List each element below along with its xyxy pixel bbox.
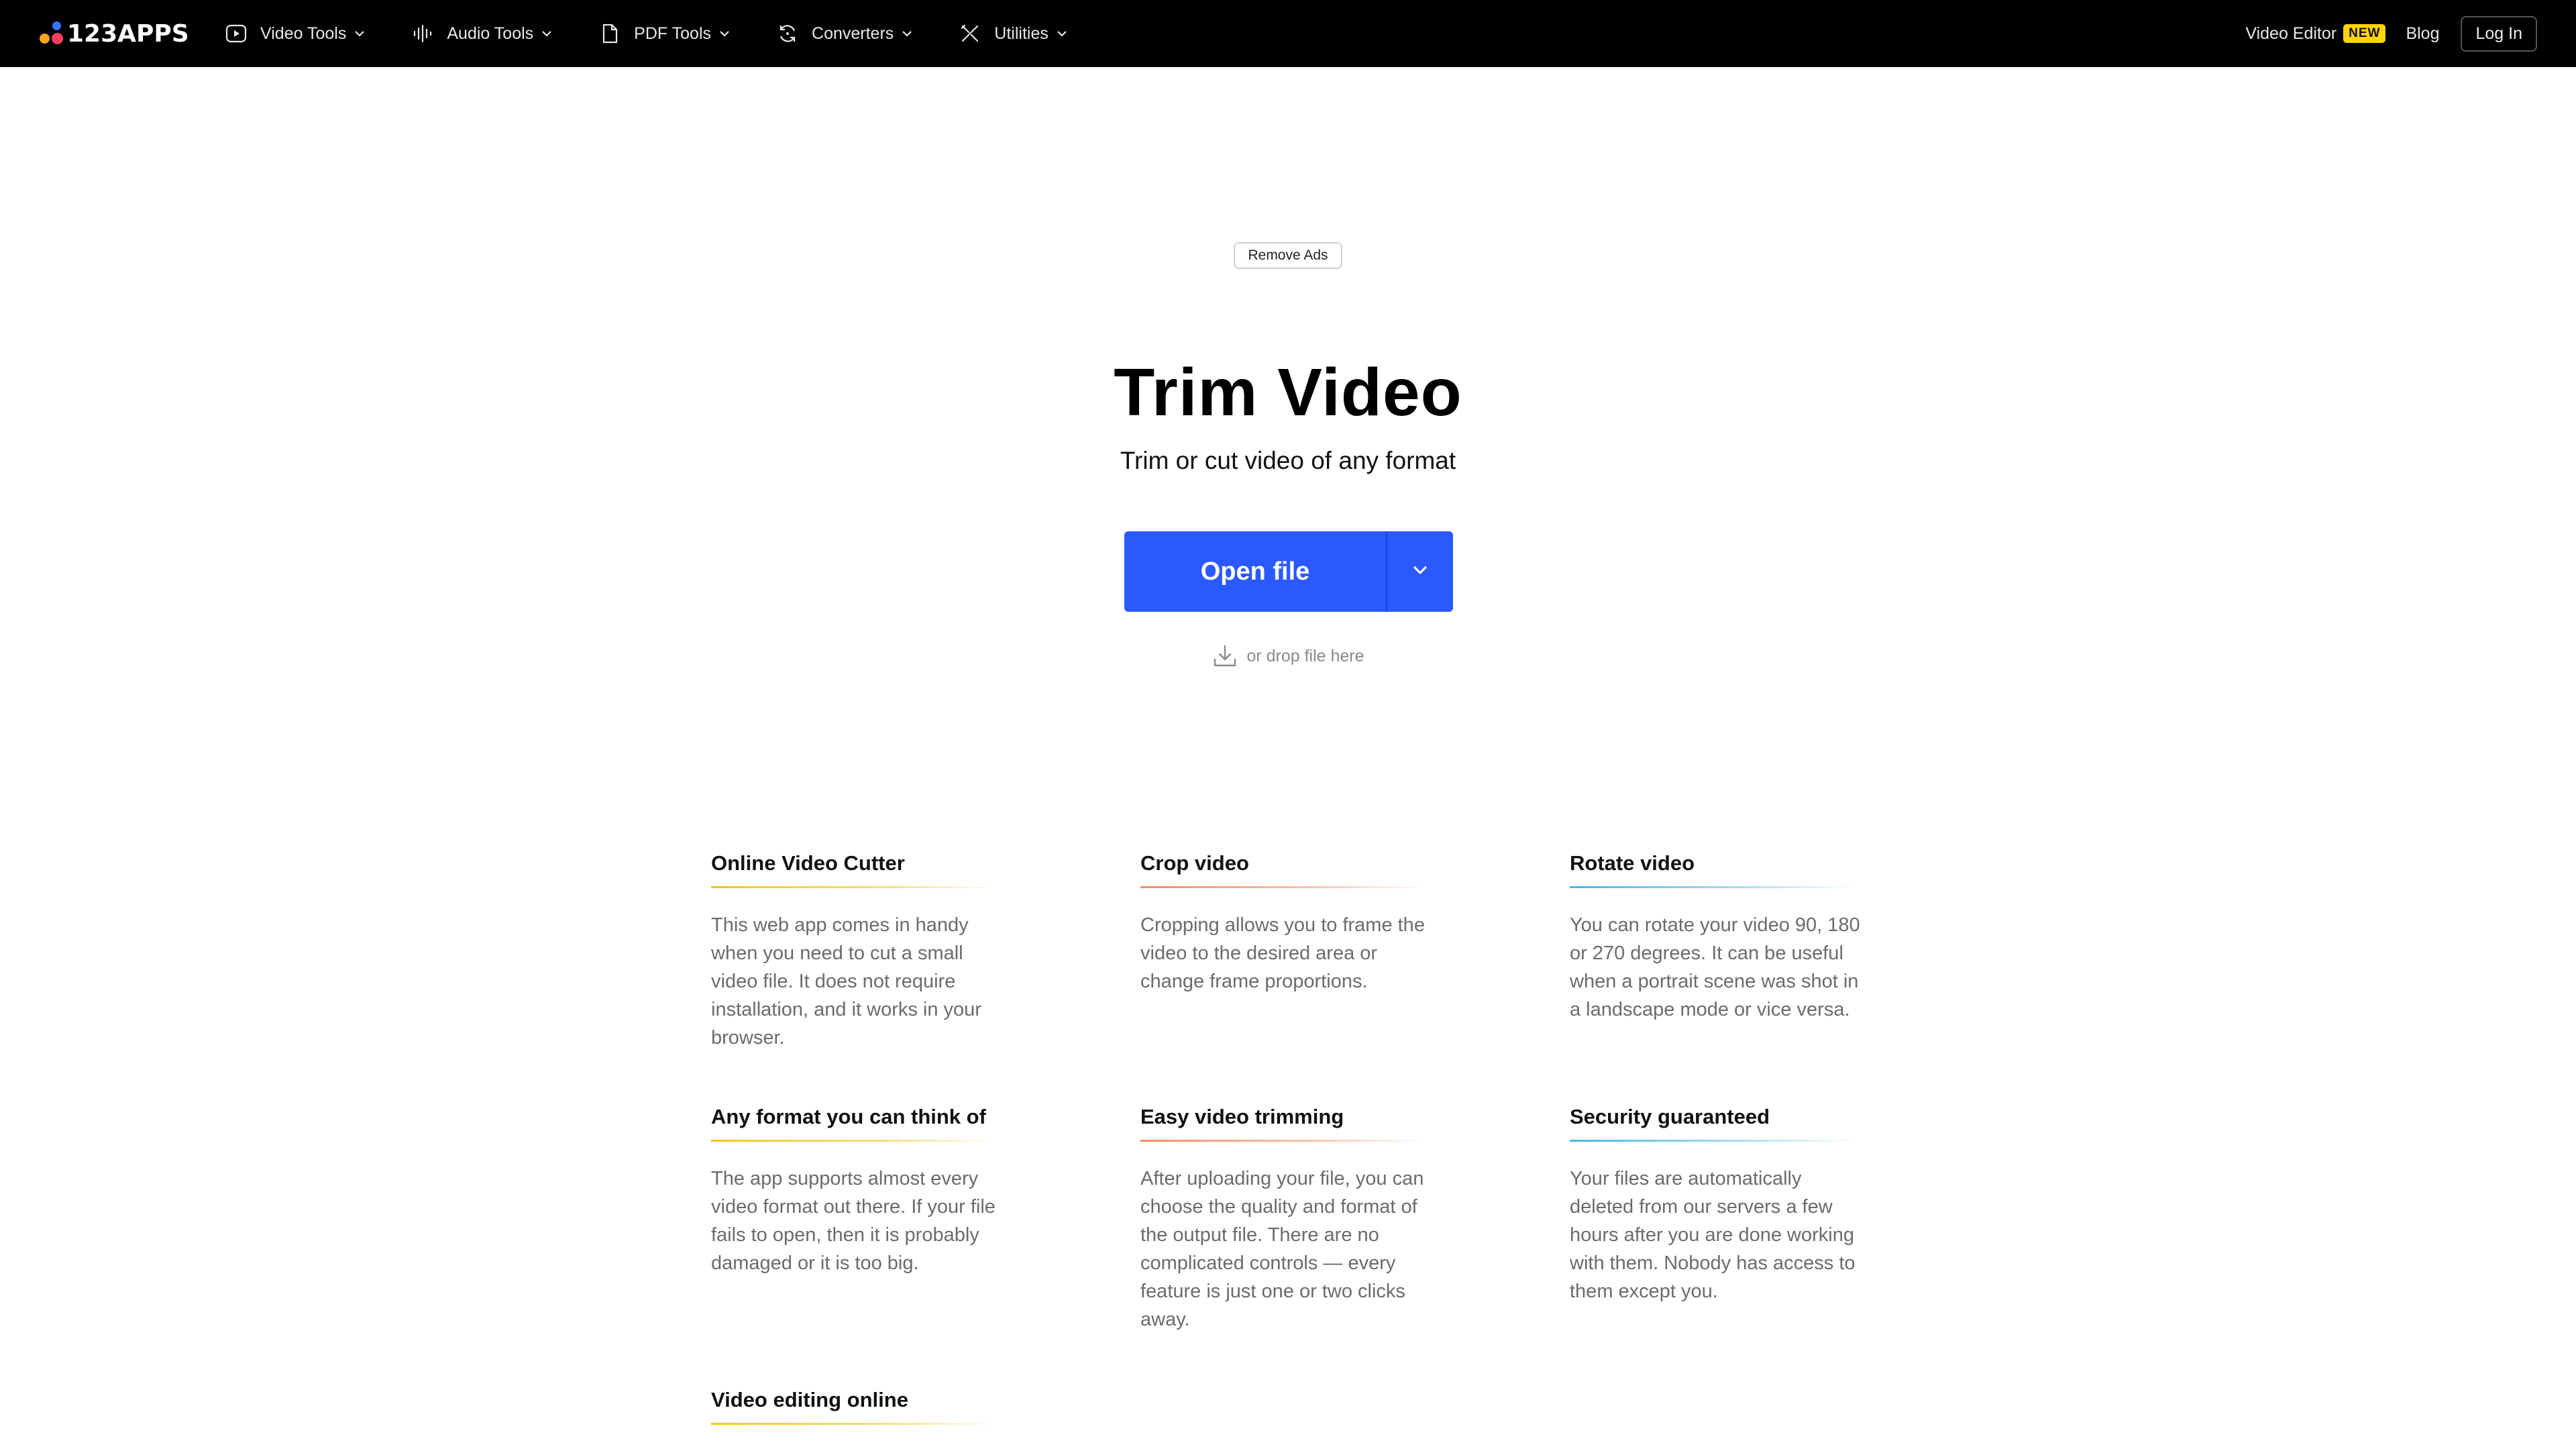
feature-crop-video: Crop video Cropping allows you to frame … — [1140, 851, 1456, 996]
chevron-down-icon — [540, 27, 553, 40]
feature-underline — [711, 1423, 996, 1426]
feature-text: You can rotate your video 90, 180 or 270… — [1570, 914, 1860, 1021]
logo-text: 123APPS — [67, 19, 189, 48]
chevron-down-icon — [900, 27, 914, 40]
menu-video-tools-label: Video Tools — [260, 23, 347, 43]
feature-video-editing-online: Video editing online — [711, 1387, 1026, 1426]
remove-ads-button[interactable]: Remove Ads — [1234, 242, 1342, 269]
download-tray-icon — [1212, 643, 1238, 669]
drop-hint-text: or drop file here — [1246, 646, 1364, 665]
menu-audio-tools[interactable]: Audio Tools — [411, 21, 553, 46]
chevron-down-icon — [1413, 566, 1428, 578]
feature-text: The app supports almost every video form… — [711, 1168, 996, 1275]
logo-dots-icon — [39, 21, 64, 46]
feature-text: This web app comes in handy when you nee… — [711, 914, 981, 1049]
video-editor-link[interactable]: Video Editor — [2245, 24, 2337, 44]
page-subtitle: Trim or cut video of any format — [1120, 447, 1456, 474]
audio-wave-icon — [411, 21, 435, 46]
feature-underline — [1570, 886, 1854, 889]
chevron-down-icon — [718, 27, 731, 40]
convert-cycle-icon — [775, 21, 800, 46]
feature-easy-trimming: Easy video trimming After uploading your… — [1140, 1104, 1456, 1334]
feature-title: Rotate video — [1570, 851, 1695, 875]
feature-any-format: Any format you can think of The app supp… — [711, 1104, 1026, 1277]
menu-converters-label: Converters — [812, 23, 894, 43]
open-file-group: Open file — [1124, 531, 1453, 612]
menu-video-tools[interactable]: Video Tools — [224, 21, 366, 46]
feature-online-video-cutter: Online Video Cutter This web app comes i… — [711, 851, 1026, 1052]
main-menu: Video Tools Audio Tools PDF Tools Conver… — [224, 0, 1113, 67]
feature-underline — [711, 1140, 996, 1142]
menu-converters[interactable]: Converters — [775, 21, 914, 46]
blog-link[interactable]: Blog — [2406, 24, 2439, 44]
feature-security: Security guaranteed Your files are autom… — [1570, 1104, 1885, 1305]
feature-underline — [711, 886, 996, 889]
menu-utilities[interactable]: Utilities — [958, 21, 1069, 46]
top-navbar: 123APPS Video Tools Audio Tools PDF Tool… — [0, 0, 2576, 67]
open-file-options-button[interactable] — [1387, 531, 1453, 612]
page-title: Trim Video — [1114, 355, 1462, 430]
feature-rotate-video: Rotate video You can rotate your video 9… — [1570, 851, 1885, 1024]
tools-icon — [958, 21, 982, 46]
drop-zone-hint: or drop file here — [0, 643, 2576, 669]
new-badge: NEW — [2343, 24, 2386, 43]
feature-underline — [1140, 886, 1425, 889]
chevron-down-icon — [1055, 27, 1069, 40]
menu-audio-tools-label: Audio Tools — [447, 23, 534, 43]
video-play-icon — [224, 21, 248, 46]
feature-title: Any format you can think of — [711, 1105, 986, 1128]
logo[interactable]: 123APPS — [39, 19, 189, 48]
feature-title: Video editing online — [711, 1388, 908, 1411]
feature-text: Your files are automatically deleted fro… — [1570, 1168, 1856, 1303]
feature-text: Cropping allows you to frame the video t… — [1140, 914, 1425, 993]
document-icon — [598, 21, 622, 46]
feature-title: Crop video — [1140, 851, 1249, 875]
feature-underline — [1140, 1140, 1425, 1142]
open-file-button[interactable]: Open file — [1124, 531, 1386, 612]
menu-pdf-tools[interactable]: PDF Tools — [598, 21, 731, 46]
nav-right: Video Editor NEW Blog Log In — [2245, 0, 2537, 67]
menu-utilities-label: Utilities — [994, 23, 1049, 43]
feature-underline — [1570, 1140, 1854, 1142]
login-button[interactable]: Log In — [2461, 15, 2537, 52]
feature-title: Security guaranteed — [1570, 1105, 1770, 1128]
feature-title: Easy video trimming — [1140, 1105, 1344, 1128]
menu-pdf-tools-label: PDF Tools — [634, 23, 712, 43]
feature-text: After uploading your file, you can choos… — [1140, 1168, 1424, 1331]
feature-title: Online Video Cutter — [711, 851, 905, 875]
chevron-down-icon — [353, 27, 366, 40]
